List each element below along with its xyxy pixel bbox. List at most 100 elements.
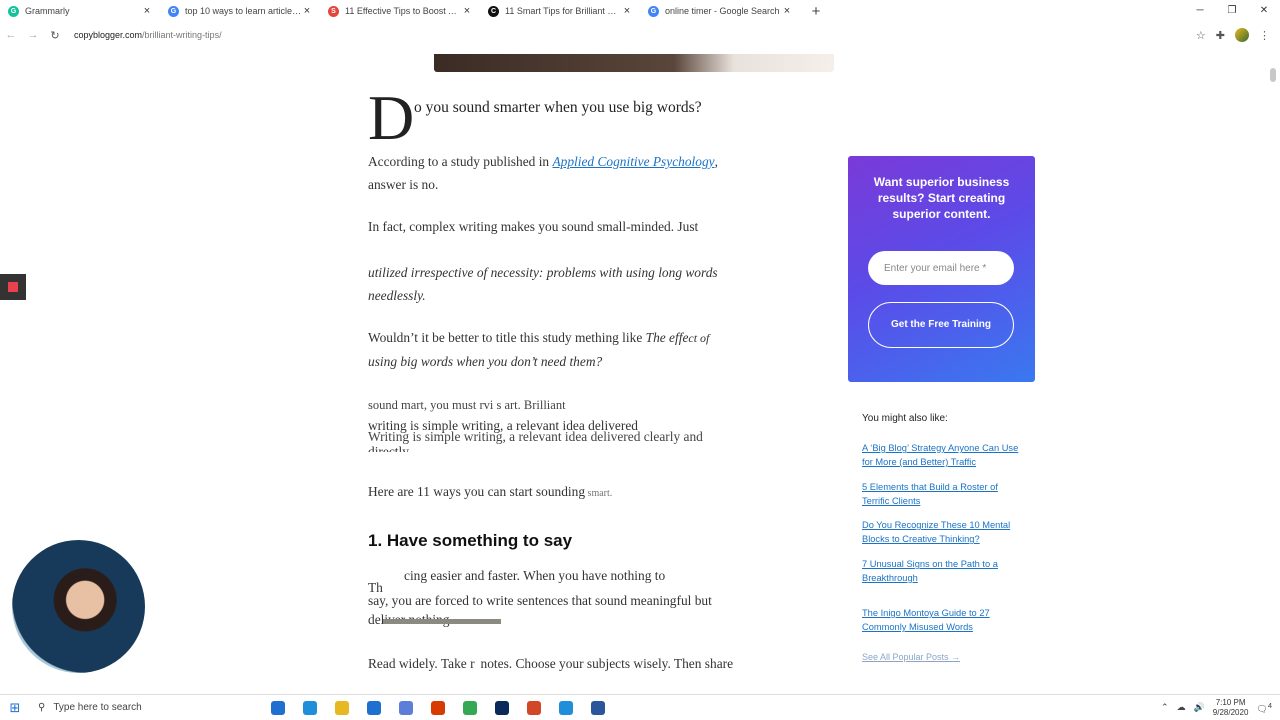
p1-post: , bbox=[714, 154, 718, 169]
powerpoint-icon[interactable] bbox=[518, 695, 550, 720]
paragraph-study-title: utilized irrespective of necessity: prob… bbox=[368, 261, 760, 307]
restore-button[interactable]: ❐ bbox=[1216, 0, 1248, 22]
p5-tail: smart. bbox=[585, 488, 613, 499]
tab-title: online timer - Google Search bbox=[665, 6, 780, 16]
close-tab-icon[interactable]: × bbox=[782, 5, 792, 17]
also-like-heading: You might also like: bbox=[862, 413, 948, 424]
edge-icon[interactable] bbox=[294, 695, 326, 720]
p2-italic2: needlessly. bbox=[368, 288, 426, 303]
notifications-icon[interactable]: 🗨4 bbox=[1256, 701, 1272, 715]
browser-tab[interactable]: S 11 Effective Tips to Boost Article × bbox=[320, 0, 480, 22]
paragraph-study: According to a study published in Applie… bbox=[368, 150, 760, 196]
related-link[interactable]: A ‘Big Blog’ Strategy Anyone Can Use for… bbox=[862, 441, 1022, 469]
p1-text: According to a study published in bbox=[368, 154, 553, 169]
browser-tab[interactable]: Gtop 10 ways to learn article writi × bbox=[160, 0, 320, 22]
volume-icon[interactable]: 🔊 bbox=[1194, 702, 1205, 713]
close-tab-icon[interactable]: × bbox=[302, 5, 312, 17]
p3-it2: using big words when you don’t need them… bbox=[368, 354, 603, 369]
task-view-icon[interactable] bbox=[262, 695, 294, 720]
mail-icon[interactable] bbox=[358, 695, 390, 720]
hero-image bbox=[434, 54, 834, 72]
p4-line3: directly. bbox=[368, 444, 412, 452]
s-icon: S bbox=[328, 5, 339, 17]
new-tab-button[interactable]: + bbox=[806, 1, 826, 21]
tab-strip: G Grammarly × Gtop 10 ways to learn article… bbox=[0, 0, 1280, 22]
clock-date: 9/28/2020 bbox=[1212, 707, 1249, 717]
render-artifact bbox=[383, 619, 501, 624]
photoshop-icon[interactable] bbox=[486, 695, 518, 720]
office-icon[interactable] bbox=[422, 695, 454, 720]
windows-start-icon[interactable]: ⊞ bbox=[0, 700, 30, 716]
reload-button[interactable]: ↻ bbox=[44, 29, 66, 42]
email-input[interactable] bbox=[868, 251, 1014, 285]
get-training-button[interactable]: Get the Free Training bbox=[868, 302, 1014, 348]
back-button[interactable]: ← bbox=[0, 29, 22, 41]
copyblogger-icon: C bbox=[488, 5, 499, 17]
drop-cap: D bbox=[368, 82, 415, 153]
address-bar-row: ← → ↻ copyblogger.com/brilliant-writing-… bbox=[0, 22, 1280, 48]
extensions-icon[interactable]: ✚ bbox=[1216, 29, 1225, 42]
taskbar-search[interactable]: ⚲ Type here to search bbox=[30, 695, 262, 720]
study-link[interactable]: Applied Cognitive Psychology bbox=[552, 154, 714, 169]
close-tab-icon[interactable]: × bbox=[462, 5, 472, 17]
clock[interactable]: 7:10 PM 9/28/2020 bbox=[1213, 698, 1249, 718]
bookmark-star-icon[interactable]: ☆ bbox=[1196, 29, 1206, 42]
related-link[interactable]: Do You Recognize These 10 Mental Blocks … bbox=[862, 518, 1022, 546]
pen-app-icon[interactable] bbox=[390, 695, 422, 720]
taskbar-search-placeholder: Type here to search bbox=[53, 702, 142, 713]
p4-line2: Writing is simple writing, a relevant id… bbox=[368, 429, 703, 444]
file-explorer-icon[interactable] bbox=[326, 695, 358, 720]
windows-taskbar: ⊞ ⚲ Type here to search ⌃ ☁ 🔊 7:10 PM 9/… bbox=[0, 694, 1280, 720]
window-controls: ─ ❐ ✕ bbox=[1184, 0, 1280, 22]
web-page: D o you sound smarter when you use big w… bbox=[0, 48, 1280, 694]
p3-it1: The effe bbox=[645, 330, 689, 345]
see-all-link[interactable]: See All Popular Posts → bbox=[862, 652, 960, 662]
camera-app-icon[interactable] bbox=[550, 695, 582, 720]
tab-title: Grammarly bbox=[25, 6, 70, 16]
browser-tab[interactable]: G Grammarly × bbox=[0, 0, 160, 22]
related-link[interactable]: 7 Unusual Signs on the Path to a Breakth… bbox=[862, 557, 1022, 585]
p5: Here are 11 ways you can start sounding bbox=[368, 484, 586, 499]
lead-sentence: o you sound smarter when you use big wor… bbox=[414, 99, 702, 116]
tab-title: 11 Effective Tips to Boost Article bbox=[345, 6, 462, 16]
close-window-button[interactable]: ✕ bbox=[1248, 0, 1280, 22]
url-field[interactable]: copyblogger.com/brilliant-writing-tips/ bbox=[66, 24, 1196, 46]
paragraph-ways: Here are 11 ways you can start sounding … bbox=[368, 480, 760, 505]
word-icon[interactable] bbox=[582, 695, 614, 720]
p1-line2: answer is no. bbox=[368, 177, 439, 192]
section-heading: 1. Have something to say bbox=[368, 531, 573, 550]
tab-title: top 10 ways to learn article writi bbox=[185, 6, 302, 16]
google-icon: G bbox=[168, 5, 179, 17]
browser-tab[interactable]: C 11 Smart Tips for Brilliant Writin × bbox=[480, 0, 640, 22]
chrome-icon[interactable] bbox=[454, 695, 486, 720]
minimize-button[interactable]: ─ bbox=[1184, 0, 1216, 22]
p3-pre: Wouldn’t it be better to title this stud… bbox=[368, 330, 575, 345]
record-stop-button[interactable] bbox=[0, 274, 26, 300]
close-tab-icon[interactable]: × bbox=[622, 5, 632, 17]
p2-italic1: utilized irrespective of necessity: prob… bbox=[368, 265, 718, 280]
promo-title: Want superior business results? Start cr… bbox=[873, 175, 1010, 221]
profile-avatar[interactable] bbox=[1235, 28, 1249, 42]
clock-time: 7:10 PM bbox=[1215, 697, 1246, 707]
url-host: copyblogger.com bbox=[74, 30, 143, 40]
browser-tab[interactable]: Gonline timer - Google Search × bbox=[640, 0, 800, 22]
related-link[interactable]: 5 Elements that Build a Roster of Terrif… bbox=[862, 480, 1022, 508]
paragraph-better-title: Wouldn’t it be better to title this stud… bbox=[368, 326, 760, 373]
system-tray: ⌃ ☁ 🔊 7:10 PM 9/28/2020 🗨4 bbox=[1161, 698, 1280, 718]
tray-chevron-icon[interactable]: ⌃ bbox=[1161, 702, 1169, 713]
menu-kebab-icon[interactable]: ⋮ bbox=[1259, 29, 1270, 42]
url-path: /brilliant-writing-tips/ bbox=[142, 30, 222, 40]
related-link[interactable]: The Inigo Montoya Guide to 27 Commonly M… bbox=[862, 606, 1022, 634]
paragraph-read-widely: Read widely. Take r notes. Choose your su… bbox=[368, 652, 760, 675]
stop-icon bbox=[8, 282, 18, 292]
network-icon[interactable]: ☁ bbox=[1177, 702, 1186, 713]
close-tab-icon[interactable]: × bbox=[142, 5, 152, 17]
tab-title: 11 Smart Tips for Brilliant Writin bbox=[505, 6, 622, 16]
p3-mid: mething like bbox=[574, 330, 646, 345]
p7-post: notes. Choose your subjects wisely. Then… bbox=[480, 656, 734, 671]
paragraph-complex: In fact, complex writing makes you sound… bbox=[368, 215, 760, 238]
search-icon: ⚲ bbox=[38, 702, 46, 713]
p2-line1: In fact, complex writing makes you sound… bbox=[368, 219, 699, 234]
page-scrollbar[interactable] bbox=[1270, 68, 1276, 82]
forward-button[interactable]: → bbox=[22, 29, 44, 41]
